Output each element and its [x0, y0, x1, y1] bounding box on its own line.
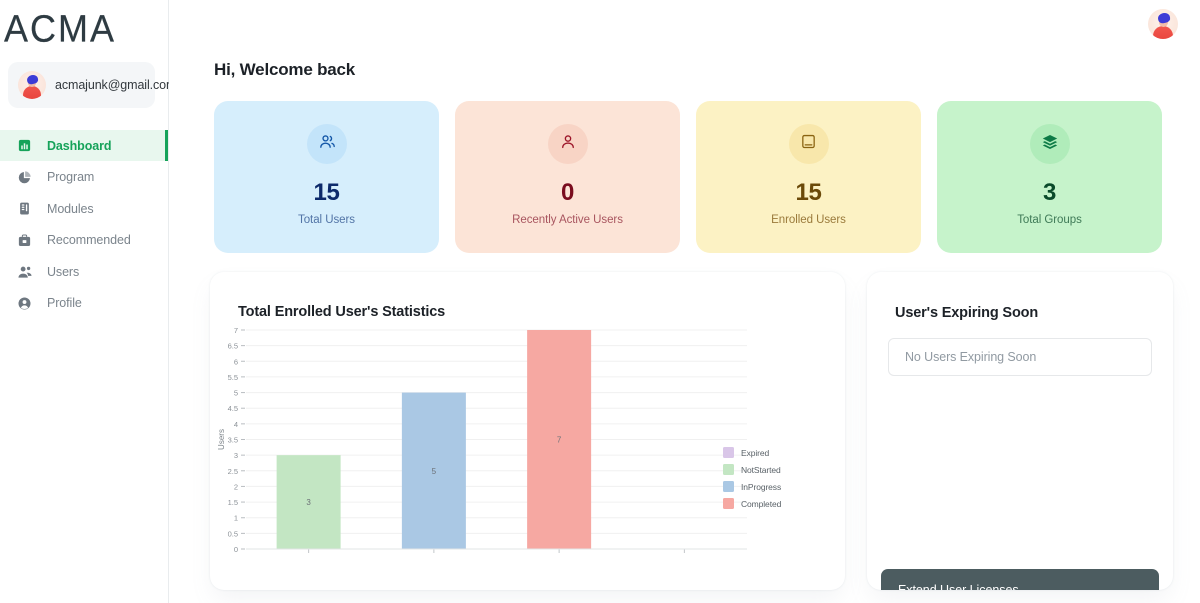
chart-legend: Expired NotStarted InProgress Completed	[723, 447, 781, 509]
modules-icon	[16, 200, 33, 217]
sidebar-item-dashboard[interactable]: Dashboard	[0, 130, 168, 161]
expiring-users-panel: User's Expiring Soon No Users Expiring S…	[867, 272, 1173, 590]
layers-icon	[1041, 133, 1059, 156]
stat-label: Total Users	[298, 214, 355, 226]
users-group-icon	[318, 133, 336, 156]
legend-swatch	[723, 447, 734, 458]
stat-icon-wrap	[1029, 124, 1070, 164]
svg-text:5: 5	[234, 389, 238, 398]
svg-text:2: 2	[234, 482, 238, 491]
svg-text:3.5: 3.5	[228, 436, 238, 445]
sidebar-item-modules[interactable]: Modules	[0, 193, 168, 224]
page-title: Hi, Welcome back	[214, 60, 356, 79]
sidebar-label-dashboard: Dashboard	[47, 138, 112, 153]
bar-chart-icon	[16, 137, 33, 154]
legend-item-notstarted[interactable]: NotStarted	[723, 464, 781, 475]
sidebar-user-chip[interactable]: acmajunk@gmail.com	[8, 62, 176, 108]
sidebar-item-users[interactable]: Users	[0, 256, 168, 287]
stat-label: Enrolled Users	[771, 214, 846, 226]
stat-value: 15	[795, 179, 822, 206]
stat-card-total-groups[interactable]: 3 Total Groups	[937, 101, 1162, 253]
chart-title: Total Enrolled User's Statistics	[238, 304, 446, 320]
legend-swatch	[723, 498, 734, 509]
stat-icon-wrap	[547, 124, 588, 164]
svg-text:6.5: 6.5	[228, 342, 238, 351]
people-icon	[16, 263, 33, 280]
legend-label: InProgress	[741, 481, 782, 492]
sidebar-item-recommended[interactable]: Recommended	[0, 225, 168, 256]
sidebar-label-recommended: Recommended	[47, 233, 131, 247]
svg-text:7: 7	[234, 326, 238, 335]
stat-icon-wrap	[306, 124, 347, 164]
sidebar-label-profile: Profile	[47, 296, 82, 310]
legend-label: Expired	[741, 447, 770, 458]
chart-panel: Total Enrolled User's Statistics 0 0.5 1 1.…	[210, 272, 845, 590]
svg-text:5.5: 5.5	[228, 373, 238, 382]
svg-text:1: 1	[234, 514, 238, 523]
svg-text:7: 7	[557, 436, 562, 445]
stat-value: 3	[1042, 179, 1057, 206]
user-single-icon	[559, 133, 577, 156]
user-email-label: acmajunk@gmail.com	[55, 78, 177, 92]
logo-container: ACMA	[0, 0, 168, 50]
stat-card-recently-active-users[interactable]: 0 Recently Active Users	[455, 101, 680, 253]
topbar	[169, 0, 1200, 48]
svg-text:4.5: 4.5	[228, 404, 238, 413]
stat-icon-wrap	[788, 124, 829, 164]
sidebar-item-program[interactable]: Program	[0, 162, 168, 193]
svg-text:3: 3	[306, 498, 311, 507]
legend-item-inprogress[interactable]: InProgress	[723, 481, 781, 492]
stat-label: Total Groups	[1017, 214, 1082, 226]
legend-swatch	[723, 464, 734, 475]
stat-value: 0	[560, 179, 575, 206]
stat-card-enrolled-users[interactable]: 15 Enrolled Users	[696, 101, 921, 253]
sidebar-nav: Dashboard Program Modules Recommended Us…	[0, 130, 168, 319]
user-avatar-icon	[18, 71, 46, 99]
person-circle-icon	[16, 295, 33, 312]
account-avatar-icon[interactable]	[1148, 9, 1178, 39]
svg-text:2.5: 2.5	[228, 467, 238, 476]
svg-text:0.5: 0.5	[228, 529, 238, 538]
sidebar-label-users: Users	[47, 264, 80, 279]
extend-user-licenses-button[interactable]: Extend User Licenses	[881, 569, 1159, 590]
svg-text:4: 4	[234, 420, 238, 429]
stat-value: 15	[313, 179, 340, 206]
stat-label: Recently Active Users	[512, 214, 623, 226]
stat-card-total-users[interactable]: 15 Total Users	[214, 101, 439, 253]
stat-cards: 15 Total Users 0 Recently Active Users 1…	[214, 101, 1162, 253]
svg-text:5: 5	[432, 467, 437, 476]
legend-label: NotStarted	[741, 464, 781, 475]
briefcase-icon	[16, 232, 33, 249]
svg-text:Users: Users	[217, 429, 226, 450]
main-content: Hi, Welcome back 15 Total Users 0 Recent…	[169, 0, 1200, 603]
svg-text:3: 3	[234, 451, 238, 460]
pie-chart-icon	[16, 169, 33, 186]
acma-logo[interactable]: ACMA	[4, 7, 168, 50]
svg-text:1.5: 1.5	[228, 498, 238, 507]
sidebar: ACMA acmajunk@gmail.com Dashboard Progra…	[0, 0, 176, 603]
legend-label: Completed	[741, 498, 782, 509]
sidebar-item-profile[interactable]: Profile	[0, 288, 168, 319]
sidebar-label-program: Program	[47, 170, 95, 184]
expiring-empty-text: No Users Expiring Soon	[905, 350, 1037, 364]
svg-text:0: 0	[234, 545, 238, 554]
panels-row: Total Enrolled User's Statistics 0 0.5 1 1.…	[210, 272, 1200, 590]
legend-item-expired[interactable]: Expired	[723, 447, 781, 458]
legend-swatch	[723, 481, 734, 492]
legend-item-completed[interactable]: Completed	[723, 498, 781, 509]
dashboard-page: ACMA acmajunk@gmail.com Dashboard Progra…	[0, 0, 1200, 603]
expiring-empty-state: No Users Expiring Soon	[888, 338, 1152, 376]
sidebar-label-modules: Modules	[47, 201, 94, 216]
svg-text:6: 6	[234, 357, 238, 366]
book-icon	[800, 133, 817, 155]
expiring-panel-title: User's Expiring Soon	[895, 305, 1039, 321]
